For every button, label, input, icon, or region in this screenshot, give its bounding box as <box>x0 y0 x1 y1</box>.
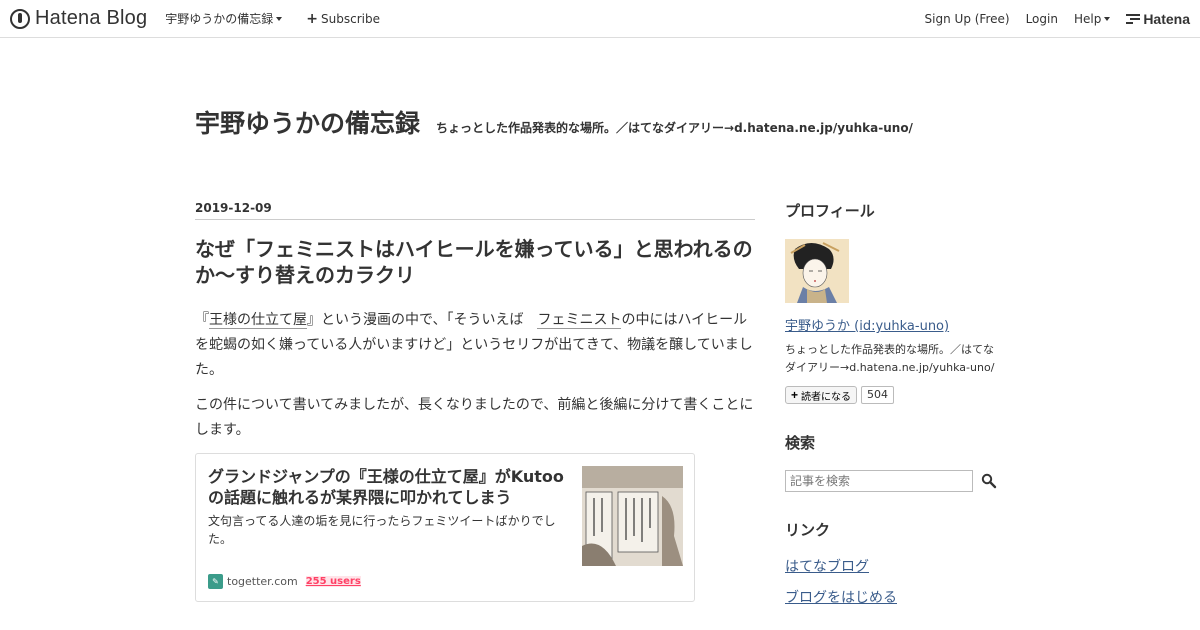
profile-description: ちょっとした作品発表的な場所。／はてなダイアリー→d.hatena.ne.jp/… <box>785 343 995 374</box>
help-dropdown[interactable]: Help <box>1073 11 1111 26</box>
links-heading: リンク <box>785 521 831 539</box>
embed-description: 文句言ってる人達の垢を見に行ったらフェミツイートばかりでした。 <box>208 514 556 546</box>
global-header-right: Sign Up (Free) Login Help Hatena <box>909 0 1190 37</box>
keyword-link[interactable]: フェミニスト <box>537 312 622 329</box>
blog-menu-dropdown[interactable]: 宇野ゆうかの備忘録 <box>165 10 283 27</box>
help-label: Help <box>1073 11 1102 26</box>
entry-paragraph: 『王様の仕立て屋』という漫画の中で、「そういえば フェミニストの中にはハイヒール… <box>195 308 755 383</box>
chevron-down-icon <box>1104 16 1111 21</box>
plus-icon: + <box>791 388 799 402</box>
plus-icon: + <box>306 10 319 27</box>
hatena-logo-text: Hatena <box>1143 10 1190 27</box>
entry-body: 『王様の仕立て屋』という漫画の中で、「そういえば フェミニストの中にはハイヒール… <box>195 308 755 443</box>
search-form <box>785 470 1000 492</box>
become-reader-label: 読者になる <box>801 391 852 403</box>
search-icon[interactable] <box>981 473 997 489</box>
embed-site[interactable]: togetter.com <box>227 575 298 588</box>
keyword-link[interactable]: 王様の仕立て屋 <box>209 312 307 329</box>
entry-paragraph: この件について書いてみましたが、長くなりましたので、前編と後編に分けて書くことに… <box>195 397 754 438</box>
text-run: 『 <box>195 312 209 328</box>
global-header-left: Hatena Blog 宇野ゆうかの備忘録 + Subscribe <box>10 0 380 37</box>
reader-count-badge: 504 <box>861 386 895 404</box>
magnifier-glyph <box>981 473 997 489</box>
togetter-favicon-icon: ✎ <box>208 574 223 589</box>
global-header: Hatena Blog 宇野ゆうかの備忘録 + Subscribe Sign U… <box>0 0 1200 38</box>
entry-title[interactable]: なぜ「フェミニストはハイヒールを嫌っている」と思われるのか～すり替えのカラクリ <box>195 236 755 288</box>
entry: 2019-12-09 なぜ「フェミニストはハイヒールを嫌っている」と思われるのか… <box>195 201 755 602</box>
blog-header: 宇野ゆうかの備忘録 ちょっとした作品発表的な場所。／はてなダイアリー→d.hat… <box>195 104 913 140</box>
subscribe-reader-row: + 読者になる 504 <box>785 386 1000 404</box>
blog-description: ちょっとした作品発表的な場所。／はてなダイアリー→d.hatena.ne.jp/… <box>436 121 913 135</box>
hatena-logo[interactable]: Hatena <box>1126 11 1190 27</box>
avatar[interactable] <box>785 239 849 303</box>
sidebar-link-start-blog[interactable]: ブログをはじめる <box>785 587 1000 607</box>
sidebar: プロフィール 宇野ゆうか (id:yuhka-uno) ちょっとした作品発表的な… <box>785 200 1000 607</box>
bookmark-users-badge[interactable]: 255 users <box>305 576 361 587</box>
embed-thumbnail[interactable] <box>582 466 683 566</box>
hatena-blog-logo-text: Hatena Blog <box>35 7 148 29</box>
profile-name-link[interactable]: 宇野ゆうか (id:yuhka-uno) <box>785 315 1000 334</box>
text-run: 』という漫画の中で、「そういえば <box>307 312 538 328</box>
ukiyoe-avatar-image <box>785 239 849 303</box>
embed-title[interactable]: グランドジャンプの『王様の仕立て屋』がKutooの話題に触れるが某界隈に叩かれて… <box>208 466 574 508</box>
embed-footer: ✎ togetter.com 255 users <box>208 574 361 589</box>
embed-card[interactable]: グランドジャンプの『王様の仕立て屋』がKutooの話題に触れるが某界隈に叩かれて… <box>195 453 695 602</box>
become-reader-button[interactable]: + 読者になる <box>785 386 858 404</box>
chevron-down-icon <box>276 16 283 21</box>
login-link[interactable]: Login <box>1026 12 1058 26</box>
sidebar-link-hatena-blog[interactable]: はてなブログ <box>785 556 1000 576</box>
signup-link[interactable]: Sign Up (Free) <box>925 12 1010 26</box>
hatena-blog-logo-icon <box>10 8 30 29</box>
profile-heading: プロフィール <box>785 202 875 220</box>
hatena-blog-logo[interactable]: Hatena Blog <box>10 7 147 30</box>
search-input[interactable] <box>785 470 973 492</box>
manga-thumbnail-image <box>582 466 683 566</box>
blog-menu-label: 宇野ゆうかの備忘録 <box>165 12 274 26</box>
blog-title[interactable]: 宇野ゆうかの備忘録 <box>195 104 420 140</box>
search-heading: 検索 <box>785 434 816 452</box>
subscribe-label: Subscribe <box>321 11 380 26</box>
subscribe-button[interactable]: + Subscribe <box>306 11 380 27</box>
hatena-logo-icon <box>1126 12 1141 26</box>
entry-date[interactable]: 2019-12-09 <box>195 201 755 220</box>
